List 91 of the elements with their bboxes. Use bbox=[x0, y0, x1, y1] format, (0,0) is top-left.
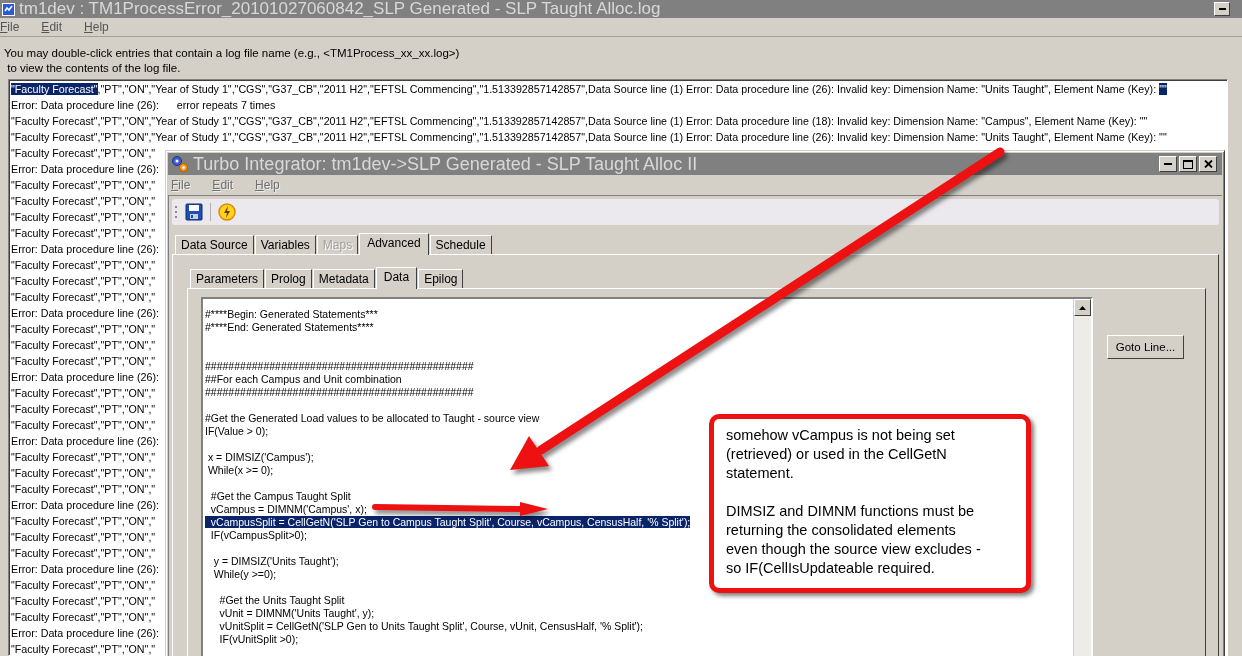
tab[interactable]: Data Source bbox=[175, 235, 254, 254]
hint-text: You may double-click entries that contain a log file name (e.g., <TM1Process_xx_xx.log>) bbox=[4, 46, 461, 61]
code-line: #****Begin: Generated Statements*** bbox=[205, 308, 378, 320]
log-entry[interactable]: "Faculty Forecast","PT","ON"," bbox=[9, 177, 156, 193]
code-line: ############################################## bbox=[205, 360, 474, 372]
scrollbar[interactable] bbox=[1073, 299, 1091, 656]
code-line: While(x >= 0); bbox=[206, 464, 274, 476]
log-entry[interactable]: "Faculty Forecast","PT","ON"," bbox=[9, 481, 156, 497]
app-icon bbox=[2, 2, 15, 16]
log-entry[interactable]: Error: Data procedure line (26): bbox=[9, 561, 159, 577]
code-line: #Get the Generated Load values to be allocated to Taught - source view bbox=[205, 412, 540, 424]
code-line: ##For each Campus and Unit combination bbox=[205, 373, 402, 385]
log-entry[interactable]: "Faculty Forecast","PT","ON"," bbox=[9, 545, 156, 561]
log-entry[interactable]: Error: Data procedure line (26): bbox=[9, 305, 159, 321]
code-line: ############################################## bbox=[205, 386, 474, 398]
run-button[interactable] bbox=[216, 201, 238, 223]
window-title: tm1dev : TM1ProcessError_20101027060842_SLP Generated - SLP Taught Alloc.log bbox=[19, 0, 661, 18]
log-entry[interactable]: "Faculty Forecast","PT","ON"," bbox=[9, 385, 156, 401]
log-entry[interactable]: "Faculty Forecast","PT","ON"," bbox=[9, 577, 156, 593]
log-entry[interactable]: "Faculty Forecast","PT","ON","Year of Study 1","CGS","G37_CB","2011 H2","EFTSL Commencing","1.513392857142857",Data Source line (1) Error: Data procedure line (26): Invalid key: Dimension Name: "Units Taught", Element Name (Key): "" bbox=[9, 129, 1167, 145]
log-entry[interactable]: "Faculty Forecast","PT","ON"," bbox=[9, 353, 156, 369]
log-entry[interactable]: "Faculty Forecast","PT","ON"," bbox=[9, 193, 156, 209]
log-entry[interactable]: "Faculty Forecast","PT","ON"," bbox=[9, 593, 156, 609]
callout-text: DIMSIZ and DIMNM functions must be returning the consolidated elements even though the source view excludes - so IF(CellIsUpdateable required. bbox=[726, 502, 982, 578]
tab[interactable]: Parameters bbox=[190, 269, 265, 288]
log-entry[interactable]: "Faculty Forecast","PT","ON"," bbox=[9, 641, 156, 655]
minimize-button[interactable] bbox=[1159, 156, 1177, 172]
log-entry[interactable]: Error: Data procedure line (26): bbox=[9, 241, 159, 257]
code-line: vUnit = DIMNM('Units Taught', y); bbox=[218, 607, 375, 619]
code-line: y = DIMSIZ('Units Taught'); bbox=[212, 555, 339, 567]
log-entry[interactable]: "Faculty Forecast","PT","ON"," bbox=[9, 609, 156, 625]
up-arrow-icon bbox=[1079, 305, 1086, 310]
tab[interactable]: Metadata bbox=[312, 269, 375, 288]
tab[interactable]: Prolog bbox=[265, 269, 312, 288]
code-line: x = DIMSIZ('Campus'); bbox=[206, 451, 314, 463]
log-entry[interactable]: "Faculty Forecast","PT","ON"," bbox=[9, 209, 156, 225]
minimize-icon bbox=[1164, 163, 1172, 165]
lightning-icon bbox=[218, 203, 236, 221]
log-entry[interactable]: "Faculty Forecast","PT","ON"," bbox=[9, 529, 156, 545]
maximize-icon bbox=[1183, 159, 1193, 169]
log-entry[interactable]: "Faculty Forecast","PT","ON"," bbox=[9, 321, 156, 337]
log-entry[interactable]: "Faculty Forecast","PT","ON","Year of Study 1","CGS","G37_CB","2011 H2","EFTSL Commencing","1.513392857142857",Data Source line (1) Error: Data procedure line (18): Invalid key: Dimension Name: "Campus", Element Name (Key): "" bbox=[9, 113, 1148, 129]
maximize-button[interactable] bbox=[1179, 156, 1197, 172]
tab[interactable]: Data bbox=[375, 267, 418, 289]
gears-icon bbox=[171, 155, 189, 173]
code-line: #****End: Generated Statements**** bbox=[205, 321, 374, 333]
log-entry[interactable]: "Faculty Forecast","PT","ON"," bbox=[9, 465, 156, 481]
close-button[interactable] bbox=[1199, 156, 1217, 172]
log-entry[interactable]: "Faculty Forecast","PT","ON"," bbox=[9, 417, 156, 433]
window-title: Turbo Integrator: tm1dev->SLP Generated - SLP Taught Alloc II bbox=[193, 155, 698, 173]
minimize-icon bbox=[1218, 8, 1226, 10]
code-line: vCampus = DIMNM('Campus', x); bbox=[209, 503, 367, 515]
tab[interactable]: Schedule bbox=[429, 235, 492, 254]
scroll-up-button[interactable] bbox=[1074, 299, 1091, 316]
log-entry[interactable]: Error: Data procedure line (26): bbox=[9, 369, 159, 385]
code-line: #Get the Units Taught Split bbox=[218, 594, 345, 606]
log-entry[interactable]: Error: Data procedure line (26): error repeats 7 times bbox=[9, 97, 276, 113]
log-entry[interactable]: "Faculty Forecast","PT","ON"," bbox=[9, 337, 156, 353]
menu-item[interactable]: Help bbox=[84, 20, 117, 34]
log-entry[interactable]: "Faculty Forecast","PT","ON"," bbox=[9, 513, 156, 529]
goto-line-button[interactable]: Goto Line... bbox=[1107, 335, 1184, 359]
log-entry[interactable]: "Faculty Forecast","PT","ON"," bbox=[9, 289, 156, 305]
log-entry[interactable]: "Faculty Forecast","PT","ON","Year of Study 1","CGS","G37_CB","2011 H2","EFTSL Commencing","1.513392857142857",Data Source line (1) Error: Data procedure line (26): Invalid key: Dimension Name: "Units Taught", Element Name (Key): "" bbox=[9, 81, 1167, 97]
tab[interactable]: Advanced bbox=[359, 233, 429, 255]
log-entry[interactable]: Error: Data procedure line (26): bbox=[9, 433, 159, 449]
menu-item[interactable]: File bbox=[0, 20, 28, 34]
log-entry[interactable]: "Faculty Forecast","PT","ON"," bbox=[9, 257, 156, 273]
tab[interactable]: Variables bbox=[254, 235, 316, 254]
code-line: IF(vCampusSplit>0); bbox=[209, 529, 307, 541]
log-entry[interactable]: "Faculty Forecast","PT","ON"," bbox=[9, 273, 156, 289]
log-entry[interactable]: "Faculty Forecast","PT","ON"," bbox=[9, 225, 156, 241]
code-line: IF(vUnitSplit >0); bbox=[218, 633, 299, 645]
code-line: vUnitSplit = CellGetN('SLP Gen to Units Taught Split', Course, vUnit, CensusHalf, '% Split'); bbox=[218, 620, 644, 632]
code-line: IF(Value > 0); bbox=[205, 425, 269, 437]
log-entry[interactable]: "Faculty Forecast","PT","ON"," bbox=[9, 449, 156, 465]
log-entry[interactable]: "Faculty Forecast","PT","ON"," bbox=[9, 145, 156, 161]
save-button[interactable] bbox=[183, 201, 205, 223]
callout-text: somehow vCampus is not being set (retrieved) or used in the CellGetN statement. bbox=[726, 426, 956, 483]
tab[interactable]: Epilog bbox=[418, 269, 464, 288]
grip-icon bbox=[175, 205, 178, 219]
minimize-button[interactable] bbox=[1214, 2, 1230, 16]
close-icon bbox=[1203, 160, 1213, 168]
hint-text: to view the contents of the log file. bbox=[6, 61, 182, 76]
save-icon bbox=[185, 203, 203, 221]
code-line: #Get the Campus Taught Split bbox=[209, 490, 351, 502]
log-entry[interactable]: Error: Data procedure line (26): bbox=[9, 161, 159, 177]
log-entry[interactable]: Error: Data procedure line (26): bbox=[9, 497, 159, 513]
log-entry[interactable]: "Faculty Forecast","PT","ON"," bbox=[9, 401, 156, 417]
log-entry[interactable]: Error: Data procedure line (26): bbox=[9, 625, 159, 641]
menu-item[interactable]: Edit bbox=[41, 20, 71, 34]
code-line: While(y >=0); bbox=[212, 568, 277, 580]
